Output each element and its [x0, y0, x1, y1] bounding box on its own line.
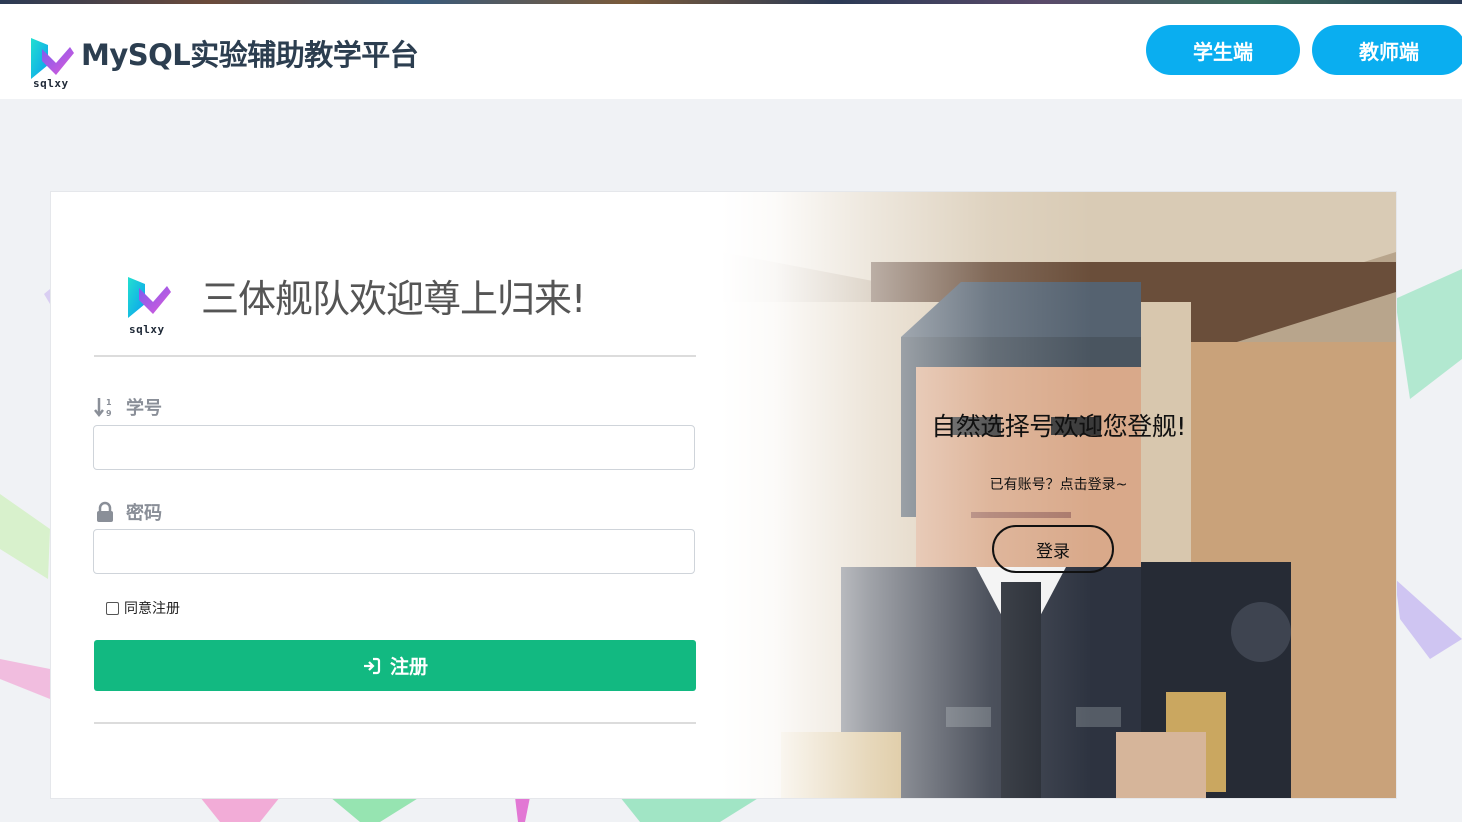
register-form: sqlxy 三体舰队欢迎尊上归来! 1 9 学号 密码 同意注册 注册 — [51, 192, 741, 798]
svg-text:9: 9 — [106, 409, 112, 418]
agree-checkbox-row[interactable]: 同意注册 — [106, 598, 180, 618]
student-id-label-text: 学号 — [126, 398, 162, 419]
agree-checkbox[interactable] — [106, 601, 119, 615]
login-button[interactable]: 登录 — [992, 525, 1114, 573]
password-label-text: 密码 — [126, 503, 162, 524]
login-side-panel: 自然选择号欢迎您登舰! 已有账号？点击登录~ 登录 — [721, 192, 1396, 798]
agree-label: 同意注册 — [124, 601, 180, 617]
svg-text:1: 1 — [106, 398, 112, 407]
divider — [94, 355, 696, 357]
sign-in-icon — [363, 657, 381, 674]
panel-subtitle: 已有账号？点击登录~ — [989, 477, 1128, 493]
site-title: MySQL实验辅助教学平台 — [81, 38, 419, 72]
site-header: sqlxy MySQL实验辅助教学平台 学生端 教师端 — [0, 4, 1462, 99]
lock-icon — [97, 501, 113, 522]
brand-mark-text: sqlxy — [33, 77, 69, 90]
divider — [94, 722, 696, 724]
student-id-input[interactable] — [93, 425, 695, 470]
register-button-label: 注册 — [389, 656, 428, 678]
sqlxy-logo-icon — [128, 277, 171, 318]
student-portal-button[interactable]: 学生端 — [1146, 25, 1300, 75]
brand-mark-text: sqlxy — [129, 323, 165, 336]
panel-fade-overlay — [721, 192, 1396, 798]
password-label: 密码 — [94, 499, 162, 525]
panel-title: 自然选择号欢迎您登舰! — [931, 412, 1186, 441]
register-button[interactable]: 注册 — [94, 640, 696, 691]
sort-numeric-icon: 1 9 — [94, 398, 112, 418]
teacher-portal-button[interactable]: 教师端 — [1312, 25, 1462, 75]
welcome-heading: 三体舰队欢迎尊上归来! — [201, 277, 586, 321]
student-id-label: 1 9 学号 — [94, 394, 162, 420]
password-input[interactable] — [93, 529, 695, 574]
register-card: sqlxy 三体舰队欢迎尊上归来! 1 9 学号 密码 同意注册 注册 自然选择… — [50, 191, 1397, 799]
